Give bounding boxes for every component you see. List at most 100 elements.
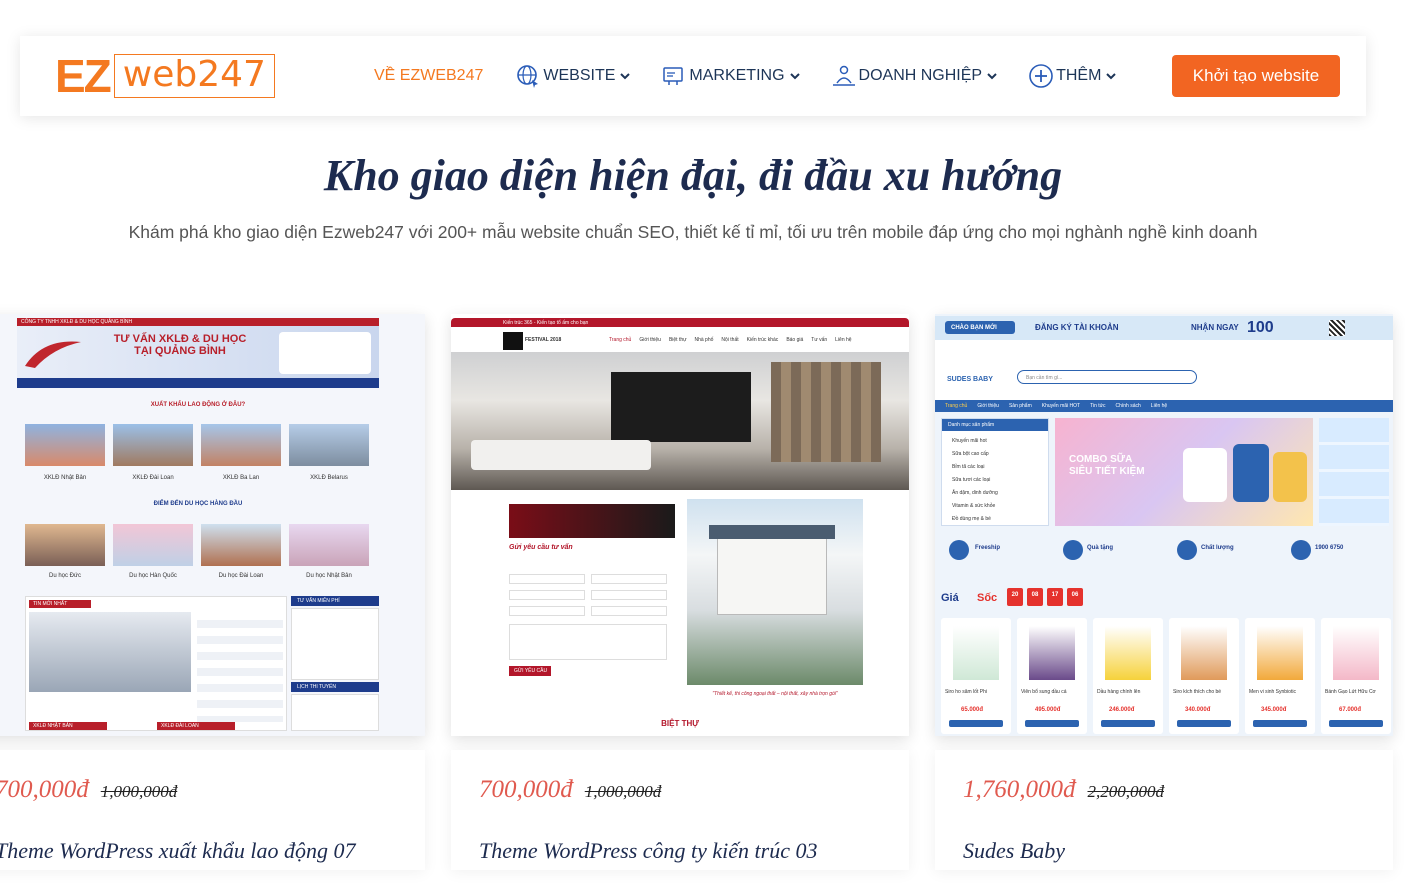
thumb-banner-text: TƯ VẤN XKLĐ & DU HỌC TẠI QUẢNG BÌNH (113, 333, 247, 357)
marketing-icon (663, 67, 684, 85)
thumb-quote: "Thiết kế, thi công ngoại thất – nội thấ… (712, 691, 838, 697)
nav-item-marketing[interactable]: MARKETING (661, 63, 800, 89)
nav-label: WEBSITE (543, 67, 616, 84)
theme-title[interactable]: Sudes Baby (963, 838, 1065, 864)
theme-title[interactable]: Theme WordPress công ty kiến trúc 03 (479, 838, 818, 864)
theme-thumbnail[interactable]: CÔNG TY TNHH XKLĐ & DU HỌC QUẢNG BÌNH TƯ… (0, 314, 425, 736)
thumb-section-title: XUẤT KHẨU LAO ĐỘNG Ở ĐÂU? (150, 402, 246, 408)
thumb-product-price: 345.000đ (1261, 707, 1287, 713)
nav-item-more[interactable]: THÊM (1028, 63, 1117, 89)
thumb-item-label: XKLĐ Nhật Bản (43, 475, 87, 481)
thumb-menu-item: Tư vấn (811, 337, 828, 343)
thumb-menu-item: Chính sách (1115, 403, 1141, 409)
nav-label: MARKETING (689, 67, 785, 84)
thumb-product-name: Siro kích thích cho bé (1173, 689, 1222, 695)
thumb-promo-text: ĐĂNG KÝ TÀI KHOẢN (1035, 323, 1119, 332)
thumb-product-name: Bánh Gạo Lứt Hữu Cơ (1325, 689, 1376, 695)
nav-label: VỀ EZWEB247 (374, 67, 484, 84)
thumb-promo-bar: CHÀO BẠN MỚI ĐĂNG KÝ TÀI KHOẢN NHẬN NGAY… (935, 316, 1393, 340)
thumb-banner: COMBO SỮA SIÊU TIẾT KIỆM (1055, 418, 1313, 526)
thumb-menu-item: Tin tức (1090, 403, 1106, 409)
thumb-banner-text: COMBO SỮA SIÊU TIẾT KIỆM (1069, 454, 1145, 477)
thumb-item-label: XKLĐ Ba Lan (222, 475, 260, 481)
original-price: 2,200,000đ (1087, 782, 1165, 801)
thumb-form-button: GỬI YÊU CẦU (509, 666, 551, 676)
thumb-menu: Trang chủ Giới thiệu Sản phẩm Khuyến mãi… (935, 400, 1393, 412)
thumb-promo-value: 100 (1247, 319, 1274, 336)
thumb-topbar-text: CÔNG TY TNHH XKLĐ & DU HỌC QUẢNG BÌNH (21, 319, 133, 325)
thumb-schedule-title: LỊCH THI TUYỂN (297, 684, 336, 690)
thumb-news-title: TIN MỚI NHẤT (33, 601, 68, 607)
thumb-product: Viên bổ sung dầu cá 495.000đ (1017, 618, 1087, 734)
theme-card[interactable]: Kiến trúc 365 - Kiến tạo tổ ấm cho bạn F… (451, 314, 909, 870)
create-website-button[interactable]: Khởi tạo website (1172, 55, 1340, 97)
chevron-down-icon (987, 73, 997, 80)
thumb-brand: FESTIVAL 2018 (525, 337, 562, 343)
theme-thumbnail[interactable]: CHÀO BẠN MỚI ĐĂNG KÝ TÀI KHOẢN NHẬN NGAY… (935, 314, 1393, 736)
thumb-menu-item: Trang chủ (609, 337, 632, 343)
thumb-menu-item: Sản phẩm (1008, 403, 1032, 409)
thumb-form-title: Gửi yêu cầu tư vấn (509, 544, 573, 551)
thumb-promo-text: NHẬN NGAY (1191, 323, 1239, 332)
thumb-item-label: Du học Đức (48, 573, 82, 579)
thumb-item-label: XKLĐ Đài Loan (132, 475, 174, 481)
thumb-banner: TƯ VẤN XKLĐ & DU HỌC TẠI QUẢNG BÌNH (17, 326, 379, 378)
thumb-form-button-text: GỬI YÊU CẦU (514, 668, 548, 674)
thumb-villa-image (687, 499, 863, 685)
thumb-menu-item: Giới thiệu (977, 403, 999, 409)
thumb-product-name: Men vi sinh Synbiotic (1249, 689, 1296, 695)
thumb-product: Siro kích thích cho bé 340.000đ (1169, 618, 1239, 734)
nav-item-about[interactable]: VỀ EZWEB247 (374, 67, 483, 85)
thumb-item-label: XKLĐ Belarus (310, 475, 348, 481)
thumb-product-name: Viên bổ sung dầu cá (1021, 689, 1067, 695)
thumb-countdown: 20 (1011, 592, 1019, 598)
thumb-menu-item: Liên hệ (835, 337, 852, 343)
thumb-menu-item: Liên hệ (1150, 403, 1168, 409)
nav-label: DOANH NGHIỆP (858, 67, 983, 84)
thumb-product: Bánh Gạo Lứt Hữu Cơ 67.000đ (1321, 618, 1391, 734)
site-header: EZ web247 VỀ EZWEB247 WEBSITE MARKETING … (20, 36, 1366, 116)
sale-price: 700,000đ (0, 776, 89, 803)
theme-thumbnail[interactable]: Kiến trúc 365 - Kiến tạo tổ ấm cho bạn F… (451, 314, 909, 736)
thumb-product-price: 246.000đ (1109, 707, 1135, 713)
thumb-countdown: 17 (1051, 592, 1059, 598)
thumb-product-name: Siro ho sâm lốt Phi (945, 689, 987, 695)
thumb-hero-image (451, 352, 909, 490)
thumb-section-title: BIỆT THỰ (661, 719, 699, 728)
sale-price: 1,760,000đ (963, 776, 1076, 803)
nav-item-website[interactable]: WEBSITE (515, 63, 631, 89)
thumb-item-label: Du học Đài Loan (218, 573, 264, 579)
thumb-foot-title: XKLĐ ĐÀI LOAN (161, 723, 199, 729)
logo[interactable]: EZ web247 (55, 50, 275, 102)
price-row: 700,000đ 1,000,000đ (0, 776, 177, 804)
chevron-down-icon (1106, 73, 1117, 80)
thumb-menu-item: Nhà phố (694, 337, 714, 343)
theme-card[interactable]: CHÀO BẠN MỚI ĐĂNG KÝ TÀI KHOẢN NHẬN NGAY… (935, 314, 1393, 870)
thumb-flash-title: Giá (941, 592, 959, 604)
thumb-categories: Danh mục sản phẩm Khuyến mãi hot Sữa bột… (941, 418, 1049, 526)
thumb-topbar-text: Kiến trúc 365 - Kiến tạo tổ ấm cho bạn (503, 320, 589, 326)
thumb-foot-title: XKLĐ NHẬT BẢN (33, 723, 73, 729)
thumb-flash-title: Sốc (977, 592, 998, 604)
main-nav: VỀ EZWEB247 WEBSITE MARKETING DOANH NGHI… (374, 36, 1147, 116)
theme-title[interactable]: Theme WordPress xuất khẩu lao động 07 (0, 838, 356, 864)
theme-card[interactable]: CÔNG TY TNHH XKLĐ & DU HỌC QUẢNG BÌNH TƯ… (0, 314, 425, 870)
thumb-category: Bỉm tã các loại (952, 464, 985, 470)
original-price: 1,000,000đ (100, 782, 178, 801)
plus-circle-icon (1029, 64, 1053, 88)
thumb-product-price: 65.000đ (961, 707, 984, 713)
business-icon (832, 65, 855, 86)
thumb-menu-item: Báo giá (786, 337, 804, 343)
thumb-countdown: 06 (1071, 592, 1079, 598)
thumb-menu-item: Biệt thự (668, 337, 687, 343)
logo-ez: EZ (55, 50, 112, 102)
thumb-product-name: Dầu hàng chính lên (1097, 689, 1141, 695)
thumb-product-price: 67.000đ (1339, 707, 1362, 713)
thumb-categories-title: Danh mục sản phẩm (948, 422, 995, 428)
thumb-menu: Trang chủ Giới thiệu Biệt thự Nhà phố Nộ… (609, 336, 852, 344)
thumb-product: Dầu hàng chính lên 246.000đ (1093, 618, 1163, 734)
thumb-item-label: Du học Nhật Bản (306, 573, 352, 579)
globe-icon (517, 65, 539, 88)
nav-item-business[interactable]: DOANH NGHIỆP (831, 63, 999, 89)
thumb-section-title: ĐIỂM ĐẾN DU HỌC HÀNG ĐẦU (153, 501, 243, 507)
